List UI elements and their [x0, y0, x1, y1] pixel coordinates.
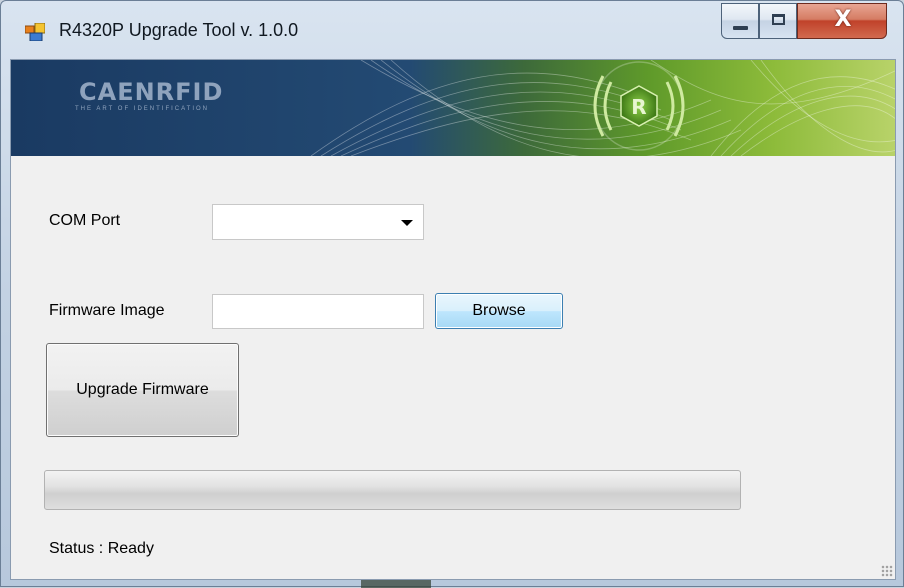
header-banner: R CAENRFID THE ART OF IDENTIFICATION	[11, 60, 895, 156]
upgrade-firmware-button[interactable]: Upgrade Firmware	[46, 343, 239, 437]
status-text: Status : Ready	[49, 540, 154, 557]
window-title: R4320P Upgrade Tool v. 1.0.0	[59, 20, 299, 40]
client-area: R CAENRFID THE ART OF IDENTIFICATION COM…	[10, 59, 896, 580]
com-port-label: COM Port	[49, 212, 121, 229]
firmware-image-field[interactable]	[212, 294, 424, 329]
size-grip-icon[interactable]	[881, 565, 893, 577]
chevron-down-icon[interactable]	[401, 220, 413, 226]
upgrade-progress-bar	[44, 470, 741, 510]
com-port-dropdown[interactable]	[212, 204, 424, 240]
firmware-image-label: Firmware Image	[49, 302, 165, 319]
window-app-icon	[25, 23, 45, 41]
minimize-button[interactable]	[721, 3, 759, 39]
browse-button[interactable]: Browse	[435, 293, 563, 329]
caenrfid-logo: CAENRFID	[79, 78, 224, 106]
caption-buttons: X	[721, 3, 891, 39]
maximize-icon	[772, 14, 785, 25]
application-window: R4320P Upgrade Tool v. 1.0.0 X R CAENRFI…	[0, 0, 904, 588]
maximize-button[interactable]	[759, 3, 797, 39]
minimize-icon	[733, 26, 748, 30]
close-icon: X	[834, 7, 852, 32]
badge-glyph: R	[631, 95, 646, 119]
logo-tagline: THE ART OF IDENTIFICATION	[75, 106, 210, 112]
close-button[interactable]: X	[797, 3, 887, 39]
title-bar[interactable]: R4320P Upgrade Tool v. 1.0.0 X	[1, 1, 904, 59]
